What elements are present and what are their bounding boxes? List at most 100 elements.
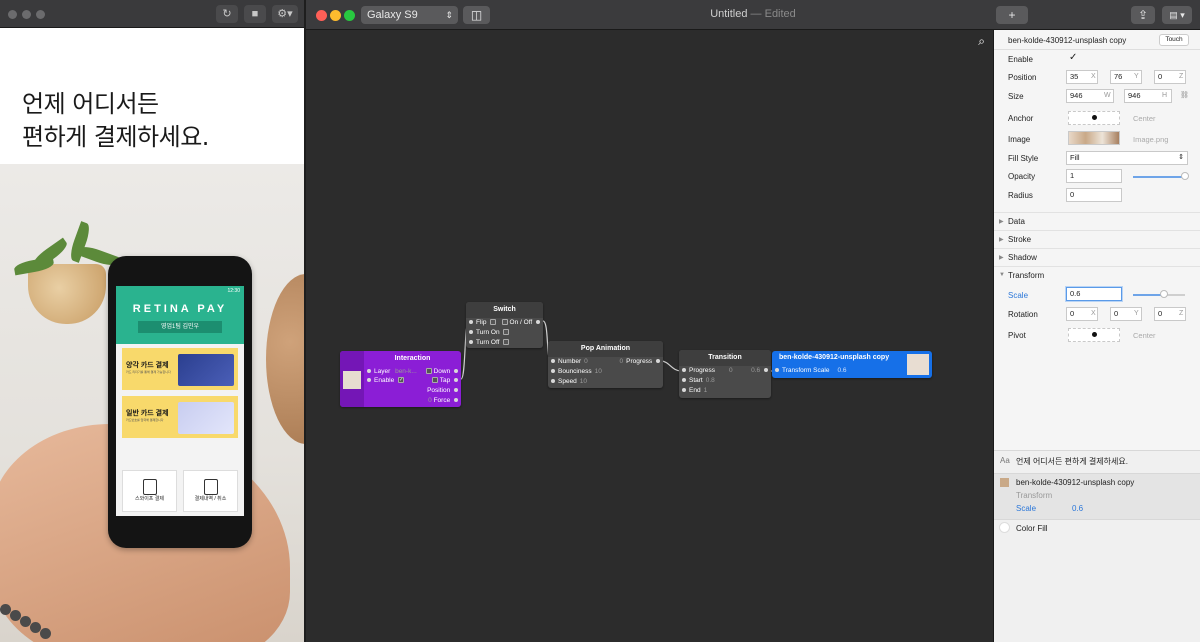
node-switch[interactable]: Switch Flip Turn On Turn Off On / Off — [466, 302, 543, 348]
image-layer-icon — [1000, 478, 1009, 487]
card-embossed[interactable]: 양각 카드 결제 카드 리더기를 통해 결제 가능합니다 — [122, 348, 238, 390]
pivot-label: Pivot — [1008, 331, 1026, 340]
port-turn-on[interactable]: Turn On — [469, 329, 511, 336]
section-stroke[interactable]: ▶ Stroke — [994, 230, 1200, 248]
image-thumbnail[interactable] — [1068, 131, 1120, 145]
card-normal[interactable]: 일반 카드 결제 카드번호를 입력해 결제합니다 — [122, 396, 238, 438]
scale-field[interactable]: 0.6 — [1066, 287, 1122, 301]
history-tile[interactable]: 결제내역 / 취소 — [183, 470, 238, 512]
port-on-off[interactable]: On / Off — [500, 319, 540, 326]
cork-decoration — [266, 274, 304, 444]
node-pop-title: Pop Animation — [548, 341, 663, 357]
wire-progress-progress — [660, 360, 682, 372]
port-tap[interactable]: Tap — [430, 377, 458, 384]
headline-line2: 편하게 결제하세요. — [22, 123, 209, 151]
port-layer[interactable]: Layer ben-k... — [367, 368, 417, 375]
node-layer[interactable]: ben-kolde-430912-unsplash copy Transform… — [772, 351, 932, 378]
inspector-header: ben-kolde-430912-unsplash copy Touch — [994, 30, 1200, 50]
rotation-label: Rotation — [1008, 310, 1038, 319]
section-shadow[interactable]: ▶ Shadow — [994, 248, 1200, 266]
link-icon[interactable]: ⛓ — [1180, 91, 1189, 99]
axis-x: X — [1091, 73, 1096, 80]
port-down[interactable]: Down — [424, 368, 458, 375]
fill-style-select[interactable]: Fill ⇕ — [1066, 151, 1188, 165]
port-force[interactable]: 0 Force — [425, 397, 458, 404]
record-icon[interactable]: ■ — [244, 5, 266, 23]
app-header: 12:30 RETINA PAY 영업1팀 김민우 — [116, 286, 244, 344]
status-time: 12:30 — [227, 288, 240, 294]
opacity-slider-knob[interactable] — [1181, 172, 1189, 180]
preview-titlebar: ↻ ■ ⚙▾ — [0, 0, 304, 28]
node-pop-animation[interactable]: Pop Animation Number 0 Bounciness 10 Speed… — [548, 341, 663, 388]
bracelet-bead — [40, 628, 51, 639]
port-position[interactable]: Position — [427, 387, 458, 394]
color-fill-icon — [999, 522, 1010, 533]
port-bounciness[interactable]: Bounciness 10 — [551, 368, 602, 375]
anchor-value: Center — [1133, 114, 1156, 123]
radius-field[interactable]: 0 — [1066, 188, 1122, 202]
port-enable[interactable]: Enable ✓ — [367, 377, 406, 384]
inspector-panel: ben-kolde-430912-unsplash copy Touch Ena… — [993, 30, 1200, 642]
layer-image-selected[interactable]: ben-kolde-430912-unsplash copy Transform… — [994, 473, 1200, 520]
node-transition[interactable]: Transition Progress 0 Start 0.8 End 1 0.6 — [679, 350, 771, 398]
zoom-dot[interactable] — [36, 10, 45, 19]
opacity-label: Opacity — [1008, 172, 1036, 181]
scale-slider-knob[interactable] — [1160, 290, 1169, 298]
fill-style-label: Fill Style — [1008, 154, 1039, 163]
axis-z: Z — [1179, 73, 1184, 80]
close-dot[interactable] — [8, 10, 17, 19]
layer-color-fill[interactable]: Color Fill — [994, 522, 1200, 540]
section-data[interactable]: ▶ Data — [994, 212, 1200, 230]
layer-text[interactable]: Aa 언제 어디서든 편하게 결제하세요. — [994, 456, 1200, 474]
refresh-icon[interactable]: ↻ — [216, 5, 238, 23]
patch-canvas[interactable]: ⌕ Interaction Layer ben-k... Enable ✓ Do… — [306, 30, 993, 642]
minimize-dot[interactable] — [22, 10, 31, 19]
opacity-field[interactable]: 1 — [1066, 169, 1122, 183]
anchor-picker[interactable] — [1068, 111, 1120, 125]
enable-checkbox[interactable]: ✓ — [1066, 53, 1078, 65]
scale-slider[interactable] — [1133, 294, 1185, 296]
radius-label: Radius — [1008, 191, 1033, 200]
port-transform-scale[interactable]: Transform Scale 0.6 — [775, 367, 847, 374]
port-speed[interactable]: Speed 10 — [551, 378, 587, 385]
image-value: Image.png — [1133, 135, 1169, 144]
edited-status: — Edited — [750, 8, 796, 20]
phone-screen[interactable]: 12:30 RETINA PAY 영업1팀 김민우 양각 카드 결제 카드 리더… — [116, 286, 244, 516]
settings-icon[interactable]: ⚙▾ — [272, 5, 298, 23]
swipe-pay-tile[interactable]: 스와이프 결제 — [122, 470, 177, 512]
pivot-picker[interactable] — [1068, 328, 1120, 342]
section-transform[interactable]: ▼ Transform — [994, 266, 1200, 284]
port-start[interactable]: Start 0.8 — [682, 377, 715, 384]
port-end[interactable]: End 1 — [682, 387, 707, 394]
port-number[interactable]: Number 0 — [551, 358, 588, 365]
chevron-updown-icon: ⇕ — [1178, 154, 1184, 161]
port-flip[interactable]: Flip — [469, 319, 498, 326]
view-menu-button[interactable]: ▤ ▾ — [1162, 6, 1192, 24]
layer-image-name: ben-kolde-430912-unsplash copy — [1016, 478, 1135, 487]
share-button[interactable]: ⇪ — [1131, 6, 1155, 24]
anchor-label: Anchor — [1008, 114, 1034, 123]
headline: 언제 어디서든 편하게 결제하세요. — [22, 88, 209, 154]
port-pop-progress[interactable]: 0 Progress — [617, 358, 660, 365]
opacity-slider[interactable] — [1133, 176, 1185, 178]
port-trans-output[interactable]: 0.6 — [748, 367, 768, 374]
card1-sub: 카드 리더기를 통해 결제 가능합니다 — [126, 370, 171, 374]
port-trans-progress[interactable]: Progress 0 — [682, 367, 733, 374]
card1-title: 양각 카드 결제 — [126, 362, 169, 369]
preview-window: ↻ ■ ⚙▾ 언제 어디서든 편하게 결제하세요. 12:30 RETINA P… — [0, 0, 304, 642]
touch-button[interactable]: Touch — [1159, 34, 1189, 46]
main-window: Galaxy S9 ⇕ ◫ Untitled — Edited + ⇪ ▤ ▾ … — [306, 0, 1200, 642]
node-interaction[interactable]: Interaction Layer ben-k... Enable ✓ Down… — [340, 351, 461, 407]
port-turn-off[interactable]: Turn Off — [469, 339, 511, 346]
add-button[interactable]: + — [996, 6, 1028, 24]
receipt-icon — [204, 479, 218, 495]
axis-z: Z — [1179, 310, 1184, 317]
node-transition-title: Transition — [679, 350, 771, 366]
window-titlebar: Galaxy S9 ⇕ ◫ Untitled — Edited + ⇪ ▤ ▾ — [306, 0, 1200, 30]
card2-title: 일반 카드 결제 — [126, 410, 169, 417]
plant-pot — [28, 264, 106, 324]
preview-canvas[interactable]: 언제 어디서든 편하게 결제하세요. 12:30 RETINA PAY 영업1팀… — [0, 28, 304, 642]
text-layer-icon: Aa — [1000, 456, 1010, 465]
axis-y: Y — [1134, 73, 1139, 80]
tile2-label: 결제내역 / 취소 — [194, 496, 227, 502]
